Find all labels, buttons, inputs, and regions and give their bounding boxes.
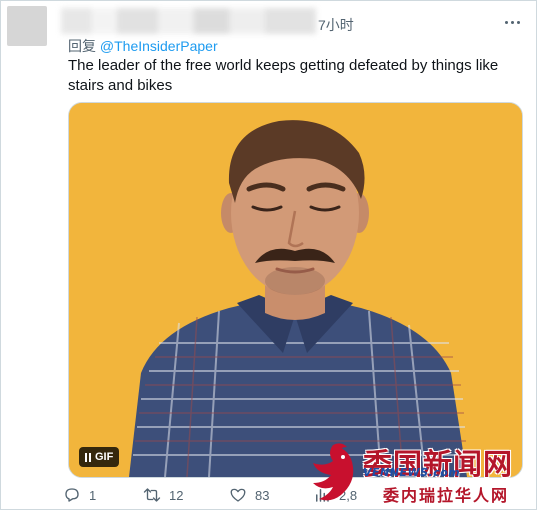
tweet-timestamp[interactable]: 7小时 [318, 15, 354, 35]
reply-count: 1 [89, 487, 97, 503]
views-button[interactable]: 2,8 [313, 486, 413, 504]
avatar[interactable] [7, 6, 47, 46]
reply-context: 回复 @TheInsiderPaper [68, 36, 218, 56]
views-count: 2,8 [339, 487, 358, 503]
more-icon[interactable] [500, 13, 524, 31]
tweet-card: 7小时 回复 @TheInsiderPaper The leader of th… [0, 0, 537, 510]
tweet-text: The leader of the free world keeps getti… [68, 57, 499, 94]
pause-icon[interactable] [85, 452, 91, 462]
views-icon [316, 489, 329, 502]
retweet-count: 12 [169, 487, 184, 503]
heart-icon [230, 488, 246, 502]
reply-button[interactable]: 1 [63, 486, 143, 504]
gif-media[interactable]: GIF [68, 102, 523, 478]
retweet-button[interactable]: 12 [143, 486, 229, 504]
like-button[interactable]: 83 [229, 486, 313, 504]
reply-icon [65, 488, 79, 502]
retweet-icon [143, 488, 161, 502]
action-bar: 1 12 83 2,8 [63, 484, 413, 506]
like-count: 83 [255, 487, 270, 503]
gif-label: GIF [95, 451, 114, 463]
blurred-user-name [61, 8, 316, 34]
reply-mention-link[interactable]: @TheInsiderPaper [100, 38, 218, 54]
reply-prefix: 回复 [68, 38, 96, 54]
gif-frame-illustration [69, 103, 522, 477]
gif-badge[interactable]: GIF [79, 447, 120, 467]
